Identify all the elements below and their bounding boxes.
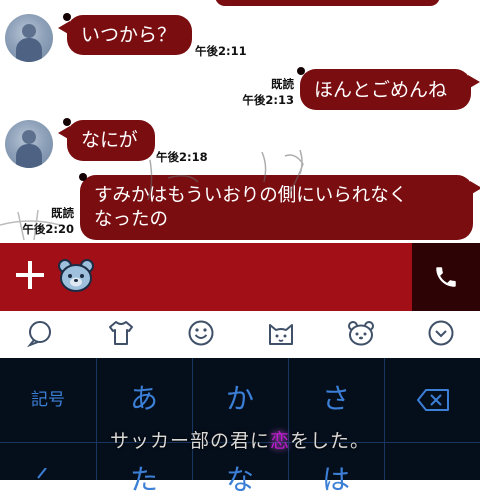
- message-time: 午後2:13: [242, 93, 294, 107]
- read-receipt: 既読: [51, 206, 74, 220]
- message-text: いつから？: [81, 24, 177, 46]
- key-a[interactable]: あ: [96, 379, 192, 419]
- caption-highlight: 恋: [269, 430, 290, 452]
- key-na[interactable]: な: [192, 460, 288, 500]
- call-button[interactable]: [412, 243, 480, 311]
- message-time: 午後2:11: [195, 44, 247, 58]
- message-time: 午後2:20: [22, 222, 74, 236]
- plus-icon[interactable]: [16, 261, 44, 289]
- message-text: なにが: [81, 129, 138, 151]
- key-sa[interactable]: さ: [288, 379, 384, 419]
- message-text: ほんとごめんね: [314, 79, 448, 101]
- previous-message-bubble: [215, 0, 440, 6]
- read-receipt: 既読: [271, 77, 294, 91]
- key-ka[interactable]: か: [192, 379, 288, 419]
- arrow-left-icon[interactable]: [34, 468, 54, 480]
- bear-face-icon[interactable]: [58, 258, 94, 294]
- search-icon[interactable]: [26, 319, 54, 347]
- chat-area[interactable]: いつから？ 午後2:11 既読 午後2:13 ほんとごめんね なにが 午後2:1…: [0, 0, 480, 243]
- key-ta[interactable]: た: [96, 460, 192, 500]
- caption-text: サッカー部の君に: [109, 430, 270, 452]
- message-text-line: なったの: [94, 209, 169, 230]
- cat-face-icon[interactable]: [267, 319, 295, 347]
- chevron-down-icon[interactable]: [427, 319, 455, 347]
- key-ha[interactable]: は: [288, 460, 384, 500]
- message-bubble[interactable]: すみかはもういおりの側にいられなく なったの: [79, 173, 480, 240]
- message-bubble[interactable]: いつから？: [58, 13, 192, 55]
- phone-icon: [436, 267, 456, 287]
- backspace-icon[interactable]: [416, 388, 450, 412]
- sticker-toolbar: [0, 311, 480, 358]
- message-bubble[interactable]: なにが: [58, 118, 155, 161]
- smiley-icon[interactable]: [187, 319, 215, 347]
- avatar[interactable]: [5, 120, 53, 168]
- video-caption: サッカー部の君に恋をした。: [0, 428, 480, 454]
- avatar[interactable]: [5, 14, 53, 62]
- bear-face-icon[interactable]: [347, 319, 375, 347]
- message-text-line: すみかはもういおりの側にいられなく: [94, 185, 408, 206]
- message-bubble[interactable]: ほんとごめんね: [297, 67, 480, 110]
- caption-text: をした。: [290, 430, 371, 452]
- tshirt-icon[interactable]: [107, 319, 135, 347]
- message-time: 午後2:18: [156, 150, 208, 164]
- symbols-key[interactable]: 記号: [0, 380, 96, 420]
